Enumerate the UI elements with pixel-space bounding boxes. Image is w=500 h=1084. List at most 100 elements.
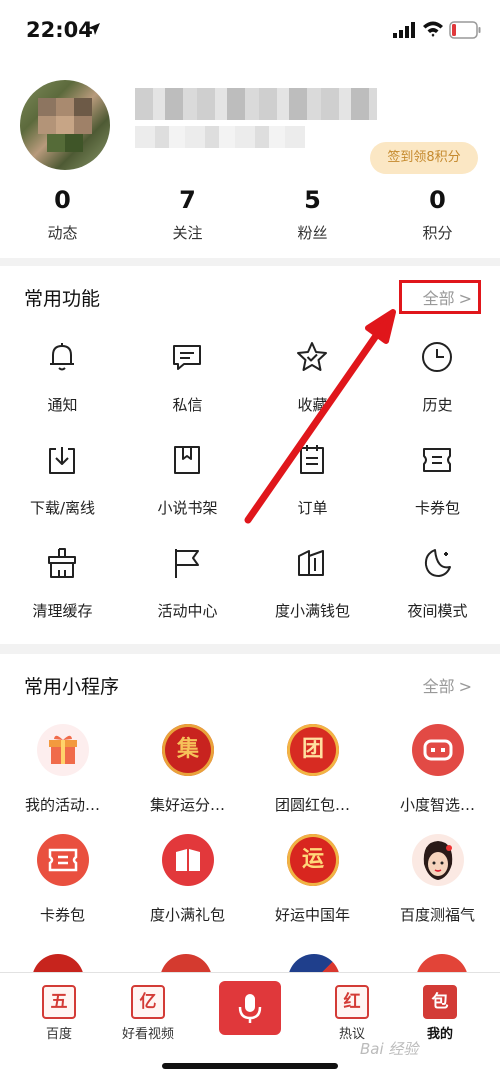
ticket-icon: [423, 448, 451, 472]
miniprogram-partial-icon: [160, 954, 212, 972]
function-history[interactable]: 历史: [375, 340, 500, 443]
function-downloads[interactable]: 下载/离线: [0, 443, 125, 546]
signin-button[interactable]: 签到领8积分: [370, 142, 478, 174]
hot-tab-icon: 红: [335, 985, 369, 1019]
stat-value: 0: [54, 186, 71, 214]
mini-programs-section: 常用小程序 全部 > 我的活动… 集 集好运分… 团 团圆红包… 小度智选… 卡…: [0, 654, 500, 984]
tab-haokan-video[interactable]: 亿 好看视频: [108, 985, 188, 1042]
voice-search-button[interactable]: [219, 981, 281, 1035]
profile-header: 签到领8积分 0 动态 7 关注 5 粉丝 0 积分: [0, 60, 500, 258]
reunion-icon: 团: [287, 724, 339, 776]
mine-tab-icon: 包: [423, 985, 457, 1019]
view-all-label: 全部: [422, 677, 455, 696]
function-label: 订单: [297, 499, 328, 517]
video-tab-icon: 亿: [131, 985, 165, 1019]
miniprogram-label: 小度智选…: [399, 796, 475, 814]
function-novel-shelf[interactable]: 小说书架: [125, 443, 250, 546]
function-night-mode[interactable]: 夜间模式: [375, 546, 500, 649]
battery-icon: [449, 21, 481, 39]
highlight-box: [399, 280, 481, 314]
miniprogram-good-luck-year[interactable]: 运 好运中国年: [250, 834, 375, 944]
function-label: 清理缓存: [32, 602, 93, 620]
order-icon: [300, 445, 324, 474]
miniprogram-label: 集好运分…: [149, 796, 225, 814]
flag-icon: [175, 549, 199, 578]
wallet-icon: [298, 550, 324, 576]
function-orders[interactable]: 订单: [250, 443, 375, 546]
download-icon: [49, 447, 75, 474]
function-notifications[interactable]: 通知: [0, 340, 125, 443]
robot-icon: [412, 724, 464, 776]
microphone-icon: [238, 994, 262, 1023]
message-icon: [173, 345, 201, 370]
home-indicator[interactable]: [162, 1063, 338, 1069]
function-messages[interactable]: 私信: [125, 340, 250, 443]
book-icon: [174, 446, 200, 474]
miniprogram-test-fortune[interactable]: 百度测福气: [375, 834, 500, 944]
stat-label: 积分: [422, 224, 453, 242]
miniprogram-partial-icon: [288, 954, 340, 972]
function-duxiaoman-wallet[interactable]: 度小满钱包: [250, 546, 375, 649]
status-time: 22:04: [26, 18, 93, 42]
section-title: 常用功能: [24, 288, 101, 310]
miniprogram-lucky-points[interactable]: 集 集好运分…: [125, 724, 250, 834]
chevron-right-icon: >: [458, 677, 472, 696]
function-label: 收藏: [297, 396, 328, 414]
wifi-icon: [423, 21, 443, 37]
function-coupon-wallet[interactable]: 卡券包: [375, 443, 500, 546]
miniprogram-label: 好运中国年: [274, 906, 350, 924]
function-activity-center[interactable]: 活动中心: [125, 546, 250, 649]
avatar-girl-icon: [412, 834, 464, 886]
miniprogram-duxiaoman-gift[interactable]: 度小满礼包: [125, 834, 250, 944]
lucky-icon: 集: [162, 724, 214, 776]
bell-icon: [50, 343, 74, 371]
stat-value: 5: [304, 186, 321, 214]
blurred-username: [135, 88, 377, 120]
tab-hot-discussion[interactable]: 红 热议: [312, 985, 392, 1042]
stat-value: 7: [179, 186, 196, 214]
miniprogram-label: 百度测福气: [399, 906, 475, 924]
stat-points[interactable]: 0 积分: [375, 184, 500, 248]
gift-icon: [37, 724, 89, 776]
tab-mine[interactable]: 包 我的: [400, 985, 480, 1042]
function-label: 小说书架: [157, 499, 218, 517]
miniprogram-coupons[interactable]: 卡券包: [0, 834, 125, 944]
tab-baidu[interactable]: 五 百度: [19, 985, 99, 1042]
avatar[interactable]: [20, 80, 110, 170]
function-favorites[interactable]: 收藏: [250, 340, 375, 443]
view-all-miniprograms-link[interactable]: 全部 >: [423, 673, 472, 697]
reunion-glyph: 团: [301, 737, 324, 762]
miniprogram-xiaodu-select[interactable]: 小度智选…: [375, 724, 500, 834]
functions-grid: 通知 私信 收藏 历史 下载/离线 小说书架 订单 卡券包 清理缓存 活动中心 …: [0, 340, 500, 649]
function-label: 度小满钱包: [274, 602, 350, 620]
tab-label: 好看视频: [121, 1027, 174, 1042]
function-label: 私信: [172, 396, 203, 414]
lucky-glyph: 集: [176, 737, 199, 762]
miniprogram-my-activities[interactable]: 我的活动…: [0, 724, 125, 834]
function-clear-cache[interactable]: 清理缓存: [0, 546, 125, 649]
stat-label: 粉丝: [297, 224, 328, 242]
function-label: 活动中心: [157, 602, 218, 620]
stat-following[interactable]: 7 关注: [125, 184, 250, 248]
common-functions-section: 常用功能 全部 > 通知 私信 收藏 历史 下载/离线 小说书架 订单 卡券包 …: [0, 266, 500, 644]
miniprogram-label: 团圆红包…: [274, 796, 350, 814]
location-arrow-icon: [88, 23, 100, 35]
fortune-icon: 运: [287, 834, 339, 886]
me-page: 22:04 签到领8积分 0 动态 7 关注 5 粉丝 0 积分 常用功能 全部…: [0, 0, 500, 1084]
function-label: 历史: [422, 396, 453, 414]
watermark: Bai 经验: [360, 1040, 419, 1058]
status-bar: 22:04: [0, 0, 500, 60]
stat-dynamics[interactable]: 0 动态: [0, 184, 125, 248]
cellular-signal-icon: [393, 22, 415, 38]
miniprogram-label: 我的活动…: [24, 796, 100, 814]
miniprogram-partial-icon: [416, 954, 468, 972]
stat-followers[interactable]: 5 粉丝: [250, 184, 375, 248]
coupon-icon: [37, 834, 89, 886]
function-label: 卡券包: [414, 499, 460, 517]
miniprogram-label: 度小满礼包: [149, 906, 225, 924]
broom-icon: [48, 548, 76, 578]
miniprogram-reunion-redpacket[interactable]: 团 团圆红包…: [250, 724, 375, 834]
stat-label: 关注: [172, 224, 203, 242]
stat-label: 动态: [47, 224, 78, 242]
tab-label: 百度: [45, 1027, 72, 1042]
